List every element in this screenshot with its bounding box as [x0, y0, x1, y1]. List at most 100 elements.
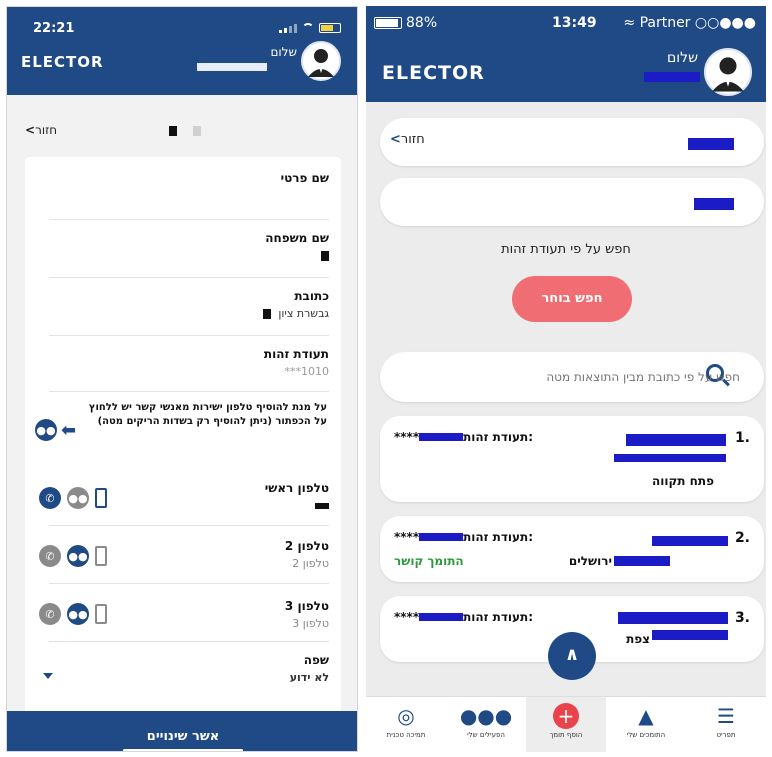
- whatsapp-icon[interactable]: ✆: [39, 545, 61, 567]
- left-phone-screen: 22:21 ELECTOR שלום <חזור שם פרטי שם משפח…: [6, 6, 358, 752]
- bottom-tab-bar: ◎ תמיכה טכנית ●●● הפעילים שלי + הוסף תומ…: [366, 696, 766, 752]
- result-id: **** תעודת זהות:: [394, 530, 534, 544]
- menu-icon: ☰: [717, 704, 735, 728]
- divider: [49, 525, 329, 526]
- field-label: תעודת זהות: [263, 347, 329, 361]
- back-button[interactable]: <חזור: [390, 132, 425, 147]
- result-id: **** תעודת זהות:: [394, 610, 534, 624]
- chevron-left-icon: <: [25, 123, 36, 137]
- status-time: 22:21: [33, 21, 75, 36]
- redacted-block: [263, 309, 272, 319]
- app-logo: ELECTOR: [382, 62, 485, 84]
- mobile-phone-icon[interactable]: [95, 488, 107, 508]
- result-number: 3.: [734, 610, 750, 626]
- redacted-name: [626, 434, 726, 446]
- tab-add-supporter[interactable]: + הוסף תומך: [526, 697, 606, 752]
- status-time: 13:49: [552, 15, 597, 31]
- field-value: ***1010: [284, 365, 330, 378]
- mobile-phone-icon[interactable]: [95, 546, 107, 566]
- redacted-block: [192, 125, 201, 136]
- field-label: שפה: [303, 653, 329, 667]
- result-card[interactable]: **** תעודת זהות: 1. פתח תקווה: [380, 416, 764, 502]
- avatar[interactable]: [704, 48, 752, 96]
- tab-label: תפריט: [716, 731, 736, 739]
- signal-dots-icon: ○○●●●: [694, 15, 756, 31]
- back-bar: <חזור: [380, 118, 764, 166]
- redacted-address: [614, 454, 726, 462]
- back-label: חזור: [35, 123, 58, 137]
- people-icon: ●●●: [459, 704, 513, 728]
- contacts-icon[interactable]: ●●: [67, 603, 89, 625]
- mobile-phone-icon[interactable]: [95, 604, 107, 624]
- chevron-down-icon[interactable]: [43, 673, 53, 679]
- search-voter-button[interactable]: חפש בוחר: [512, 276, 632, 322]
- result-card[interactable]: **** תעודת זהות: 2. ירושלים התומך קושר: [380, 516, 764, 582]
- whatsapp-icon[interactable]: ✆: [39, 603, 61, 625]
- avatar[interactable]: [301, 41, 341, 81]
- result-city: צפת: [626, 632, 650, 646]
- redacted-name: [618, 612, 728, 624]
- field-label: שם פרטי: [280, 171, 329, 185]
- tab-label: תמיכה טכנית: [386, 731, 426, 739]
- result-number: 1.: [734, 430, 750, 446]
- scroll-top-button[interactable]: ∧: [548, 632, 596, 680]
- contact-form-card: שם פרטי שם משפחה כתובת גבשרת ציון תעודת …: [25, 157, 341, 717]
- back-label: חזור: [400, 132, 425, 147]
- search-by-id-label: חפש על פי תעודת זהות: [501, 242, 631, 257]
- app-logo: ELECTOR: [21, 53, 104, 71]
- first-name-field[interactable]: שם פרטי: [53, 171, 329, 189]
- divider: [49, 335, 329, 336]
- confirm-changes-button[interactable]: אשר שינויים: [7, 711, 357, 751]
- field-value: לא ידוע: [289, 671, 329, 684]
- tab-label: הפעילים שלי: [467, 731, 505, 739]
- tab-tech-support[interactable]: ◎ תמיכה טכנית: [366, 697, 446, 752]
- redacted-block: [315, 503, 329, 509]
- field-label: שם משפחה: [265, 231, 329, 245]
- redacted-block: [419, 433, 464, 441]
- field-value: [53, 249, 329, 262]
- home-indicator: [123, 749, 243, 751]
- carrier: ≈ Partner ○○●●●: [623, 15, 756, 31]
- id-number-field[interactable]: תעודת זהות ***1010: [53, 347, 329, 378]
- contacts-icon[interactable]: ●●: [67, 487, 89, 509]
- user-avatar-icon: [308, 49, 334, 77]
- redacted-user-name: [644, 72, 700, 82]
- right-phone-screen: 88% 13:49 ≈ Partner ○○●●● ELECTOR שלום <…: [366, 6, 766, 752]
- plus-icon: +: [526, 703, 606, 729]
- tab-menu[interactable]: ☰ תפריט: [686, 697, 766, 752]
- user-avatar-icon: [712, 57, 744, 92]
- import-contact-button[interactable]: ●● ⬅: [35, 419, 76, 441]
- phone-3-actions: ✆ ●●: [39, 603, 107, 625]
- tab-label: התומכים שלי: [626, 731, 666, 739]
- address-filter-input[interactable]: [440, 364, 740, 390]
- redacted-block: [419, 533, 464, 541]
- tab-my-supporters[interactable]: ▲ התומכים שלי: [606, 697, 686, 752]
- address-filter: [380, 352, 764, 402]
- signal-icon: [279, 24, 297, 33]
- chevron-left-icon: <: [390, 132, 401, 147]
- selected-entity-bar: [380, 178, 764, 226]
- battery-icon: [319, 23, 341, 33]
- result-number: 2.: [734, 530, 750, 546]
- whatsapp-icon[interactable]: ✆: [39, 487, 61, 509]
- divider: [49, 391, 329, 392]
- redacted-name: [652, 536, 728, 546]
- tab-my-activists[interactable]: ●●● הפעילים שלי: [446, 697, 526, 752]
- back-button[interactable]: <חזור: [25, 123, 201, 137]
- field-value: גבשרת ציון: [53, 307, 329, 320]
- last-name-field[interactable]: שם משפחה: [53, 231, 329, 262]
- redacted-block: [688, 138, 734, 150]
- divider: [49, 641, 329, 642]
- battery-percent: 88%: [406, 15, 438, 31]
- phone-2-actions: ✆ ●●: [39, 545, 107, 567]
- language-select[interactable]: שפה לא ידוע: [53, 653, 329, 684]
- contacts-icon[interactable]: ●●: [67, 545, 89, 567]
- app-header: 88% 13:49 ≈ Partner ○○●●● ELECTOR שלום: [366, 6, 766, 102]
- wifi-icon: [302, 23, 314, 33]
- status-badge: התומך קושר: [394, 554, 464, 568]
- redacted-address: [652, 630, 728, 640]
- redacted-block: [694, 198, 734, 210]
- result-city: פתח תקווה: [651, 474, 714, 488]
- lifebuoy-icon: ◎: [397, 704, 415, 728]
- address-field[interactable]: כתובת גבשרת ציון: [53, 289, 329, 320]
